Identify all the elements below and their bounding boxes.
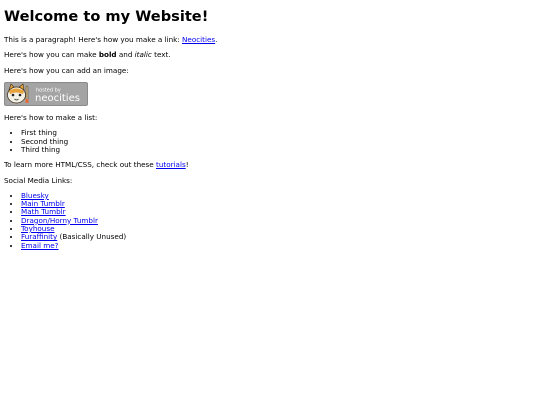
formatting-and: and <box>116 50 135 60</box>
social-list-item: Bluesky <box>21 191 536 200</box>
formatting-text: Here's how you can make <box>4 50 99 60</box>
page-content: Welcome to my Website! This is a paragra… <box>0 0 540 250</box>
social-list-item: Math Tumblr <box>21 208 536 216</box>
furaffinity-note: (Basically Unused) <box>57 232 127 242</box>
tutorials-link[interactable]: tutorials <box>156 160 186 169</box>
list-item: Third thing <box>21 145 536 154</box>
tutorial-text: To learn more HTML/CSS, check out these <box>4 160 157 170</box>
intro-paragraph: This is a paragraph! Here's how you make… <box>4 35 536 45</box>
social-list-item: Furaffinity (Basically Unused) <box>21 233 536 241</box>
neocities-cat-logo-icon: hosted by neocities <box>4 81 88 106</box>
hosted-by-neocities-badge: hosted by neocities <box>4 81 88 106</box>
social-list-item: Dragon/Horny Tumblr <box>21 216 536 225</box>
list-item: Second thing <box>21 137 536 146</box>
formatting-paragraph: Here's how you can make bold and italic … <box>4 51 536 59</box>
intro-period: . <box>215 35 218 45</box>
intro-text: This is a paragraph! Here's how you make… <box>4 35 183 45</box>
social-links-list: Bluesky Main Tumblr Math Tumblr Dragon/H… <box>4 191 536 250</box>
email-link[interactable]: Email me? <box>21 241 58 250</box>
tutorial-exclamation: ! <box>185 160 189 170</box>
social-intro: Social Media Links: <box>4 175 73 185</box>
image-intro: Here's how you can add an image: <box>4 65 129 75</box>
social-list-item: Email me? <box>21 241 536 250</box>
bold-example: bold <box>98 50 117 60</box>
social-list-item: Main Tumblr <box>21 200 536 208</box>
neocities-link[interactable]: Neocities <box>182 35 215 44</box>
tutorial-paragraph: To learn more HTML/CSS, check out these … <box>4 161 536 169</box>
formatting-end: text. <box>151 50 171 60</box>
page-title: Welcome to my Website! <box>4 8 209 25</box>
italic-example: italic <box>134 50 152 60</box>
list-intro: Here's how to make a list: <box>4 113 98 123</box>
badge-line2: neocities <box>35 93 80 104</box>
list-item: First thing <box>21 129 536 138</box>
example-list: First thing Second thing Third thing <box>4 129 536 154</box>
